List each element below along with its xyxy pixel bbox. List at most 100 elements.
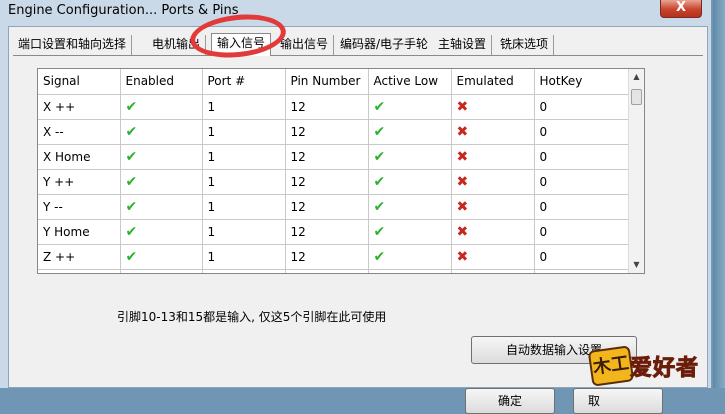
pin-cell[interactable]: 12 bbox=[285, 244, 369, 270]
tab-port-axis-setup[interactable]: 端口设置和轴向选择 bbox=[13, 35, 133, 55]
hotkey-cell[interactable]: 0 bbox=[534, 94, 629, 120]
enabled-check-icon[interactable]: ✔ bbox=[120, 244, 203, 270]
tab-input-signals[interactable]: 输入信号 bbox=[211, 33, 272, 56]
emulated-cross-icon[interactable]: ✖ bbox=[451, 169, 535, 195]
signal-grid[interactable]: Signal Enabled Port # Pin Number Active … bbox=[37, 68, 645, 274]
cross-icon: ✖ bbox=[456, 198, 469, 215]
pin-cell[interactable]: 12 bbox=[285, 119, 369, 145]
signal-cell[interactable]: Y ++ bbox=[38, 169, 121, 195]
cross-icon: ✖ bbox=[456, 248, 469, 265]
ok-button[interactable]: 确定 bbox=[465, 388, 555, 414]
active-low-check-icon[interactable]: ✔ bbox=[368, 169, 452, 195]
port-cell[interactable]: 1 bbox=[202, 144, 286, 170]
hotkey-cell[interactable]: 0 bbox=[534, 119, 629, 145]
enabled-check-icon[interactable]: ✔ bbox=[120, 94, 203, 120]
scroll-thumb[interactable] bbox=[631, 89, 642, 105]
tab-encoder-mpg[interactable]: 编码器/电子手轮 bbox=[335, 35, 435, 55]
table-row[interactable]: Y -- ✔ 1 12 ✔ ✖ 0 bbox=[38, 194, 629, 220]
port-cell[interactable]: 1 bbox=[202, 94, 286, 120]
dialog-body: 端口设置和轴向选择 电机输出 输入信号 输出信号 编码器/电子手轮 主轴设置 铣… bbox=[8, 26, 708, 414]
table-row[interactable]: ✔ ✔ ✖ bbox=[38, 269, 629, 273]
signal-cell[interactable]: Y -- bbox=[38, 194, 121, 220]
header-hotkey[interactable]: HotKey bbox=[534, 69, 629, 95]
emulated-cross-icon[interactable]: ✖ bbox=[451, 94, 535, 120]
tab-output-signals[interactable]: 输出信号 bbox=[275, 35, 335, 55]
hotkey-cell[interactable]: 0 bbox=[534, 144, 629, 170]
scroll-down-arrow-icon[interactable]: ▼ bbox=[629, 257, 644, 273]
enabled-check-icon[interactable]: ✔ bbox=[120, 169, 203, 195]
pin-cell[interactable]: 12 bbox=[285, 219, 369, 245]
header-pin-number[interactable]: Pin Number bbox=[285, 69, 369, 95]
tab-motor-outputs[interactable]: 电机输出 bbox=[147, 35, 207, 55]
port-cell[interactable]: 1 bbox=[202, 194, 286, 220]
table-row[interactable]: Z ++ ✔ 1 12 ✔ ✖ 0 bbox=[38, 244, 629, 270]
title-bar[interactable]: Engine Configuration... Ports & Pins X bbox=[0, 0, 712, 24]
check-icon: ✔ bbox=[373, 198, 386, 215]
enabled-check-icon[interactable]: ✔ bbox=[120, 219, 203, 245]
pin-cell[interactable]: 12 bbox=[285, 144, 369, 170]
emulated-cross-icon[interactable]: ✖ bbox=[451, 269, 535, 273]
table-row[interactable]: X Home ✔ 1 12 ✔ ✖ 0 bbox=[38, 144, 629, 170]
hotkey-cell[interactable]: 0 bbox=[534, 244, 629, 270]
port-cell[interactable]: 1 bbox=[202, 119, 286, 145]
enabled-check-icon[interactable]: ✔ bbox=[120, 144, 203, 170]
active-low-check-icon[interactable]: ✔ bbox=[368, 244, 452, 270]
hotkey-cell[interactable] bbox=[534, 269, 629, 273]
active-low-check-icon[interactable]: ✔ bbox=[368, 269, 452, 273]
pin-cell[interactable]: 12 bbox=[285, 194, 369, 220]
hotkey-cell[interactable]: 0 bbox=[534, 169, 629, 195]
emulated-cross-icon[interactable]: ✖ bbox=[451, 244, 535, 270]
watermark-badge: 木工 bbox=[587, 345, 635, 387]
port-cell[interactable] bbox=[202, 269, 286, 273]
scroll-up-arrow-icon[interactable]: ▲ bbox=[629, 69, 644, 85]
check-icon: ✔ bbox=[125, 98, 138, 115]
header-enabled[interactable]: Enabled bbox=[120, 69, 203, 95]
check-icon: ✔ bbox=[373, 148, 386, 165]
header-signal[interactable]: Signal bbox=[38, 69, 121, 95]
header-emulated[interactable]: Emulated bbox=[451, 69, 535, 95]
table-row[interactable]: Y ++ ✔ 1 12 ✔ ✖ 0 bbox=[38, 169, 629, 195]
signal-cell[interactable]: X ++ bbox=[38, 94, 121, 120]
signal-cell[interactable] bbox=[38, 269, 121, 273]
active-low-check-icon[interactable]: ✔ bbox=[368, 219, 452, 245]
active-low-check-icon[interactable]: ✔ bbox=[368, 194, 452, 220]
signal-cell[interactable]: Z ++ bbox=[38, 244, 121, 270]
header-active-low[interactable]: Active Low bbox=[368, 69, 452, 95]
enabled-check-icon[interactable]: ✔ bbox=[120, 194, 203, 220]
input-signals-panel: Signal Enabled Port # Pin Number Active … bbox=[13, 55, 703, 414]
port-cell[interactable]: 1 bbox=[202, 169, 286, 195]
emulated-cross-icon[interactable]: ✖ bbox=[451, 194, 535, 220]
table-row[interactable]: X -- ✔ 1 12 ✔ ✖ 0 bbox=[38, 119, 629, 145]
cross-icon: ✖ bbox=[456, 98, 469, 115]
hotkey-cell[interactable]: 0 bbox=[534, 219, 629, 245]
pin-cell[interactable]: 12 bbox=[285, 94, 369, 120]
cancel-button[interactable]: 取 bbox=[573, 388, 663, 414]
pin-cell[interactable]: 12 bbox=[285, 169, 369, 195]
emulated-cross-icon[interactable]: ✖ bbox=[451, 144, 535, 170]
signal-cell[interactable]: X -- bbox=[38, 119, 121, 145]
port-cell[interactable]: 1 bbox=[202, 219, 286, 245]
tab-spindle-setup[interactable]: 主轴设置 bbox=[433, 35, 493, 55]
port-cell[interactable]: 1 bbox=[202, 244, 286, 270]
check-icon: ✔ bbox=[125, 173, 138, 190]
hotkey-cell[interactable]: 0 bbox=[534, 194, 629, 220]
table-row[interactable]: X ++ ✔ 1 12 ✔ ✖ 0 bbox=[38, 94, 629, 120]
vertical-scrollbar[interactable]: ▲ ▼ bbox=[628, 69, 644, 273]
enabled-check-icon[interactable]: ✔ bbox=[120, 269, 203, 273]
cross-icon: ✖ bbox=[456, 223, 469, 240]
enabled-check-icon[interactable]: ✔ bbox=[120, 119, 203, 145]
active-low-check-icon[interactable]: ✔ bbox=[368, 144, 452, 170]
tab-mill-options[interactable]: 铣床选项 bbox=[495, 35, 555, 55]
pin-cell[interactable] bbox=[285, 269, 369, 273]
active-low-check-icon[interactable]: ✔ bbox=[368, 94, 452, 120]
table-row[interactable]: Y Home ✔ 1 12 ✔ ✖ 0 bbox=[38, 219, 629, 245]
signal-cell[interactable]: X Home bbox=[38, 144, 121, 170]
header-port[interactable]: Port # bbox=[202, 69, 286, 95]
emulated-cross-icon[interactable]: ✖ bbox=[451, 219, 535, 245]
check-icon: ✔ bbox=[125, 148, 138, 165]
emulated-cross-icon[interactable]: ✖ bbox=[451, 119, 535, 145]
close-button[interactable]: X bbox=[660, 0, 702, 18]
pin-info-text: 引脚10-13和15都是输入, 仅这5个引脚在此可使用 bbox=[117, 310, 387, 324]
active-low-check-icon[interactable]: ✔ bbox=[368, 119, 452, 145]
signal-cell[interactable]: Y Home bbox=[38, 219, 121, 245]
